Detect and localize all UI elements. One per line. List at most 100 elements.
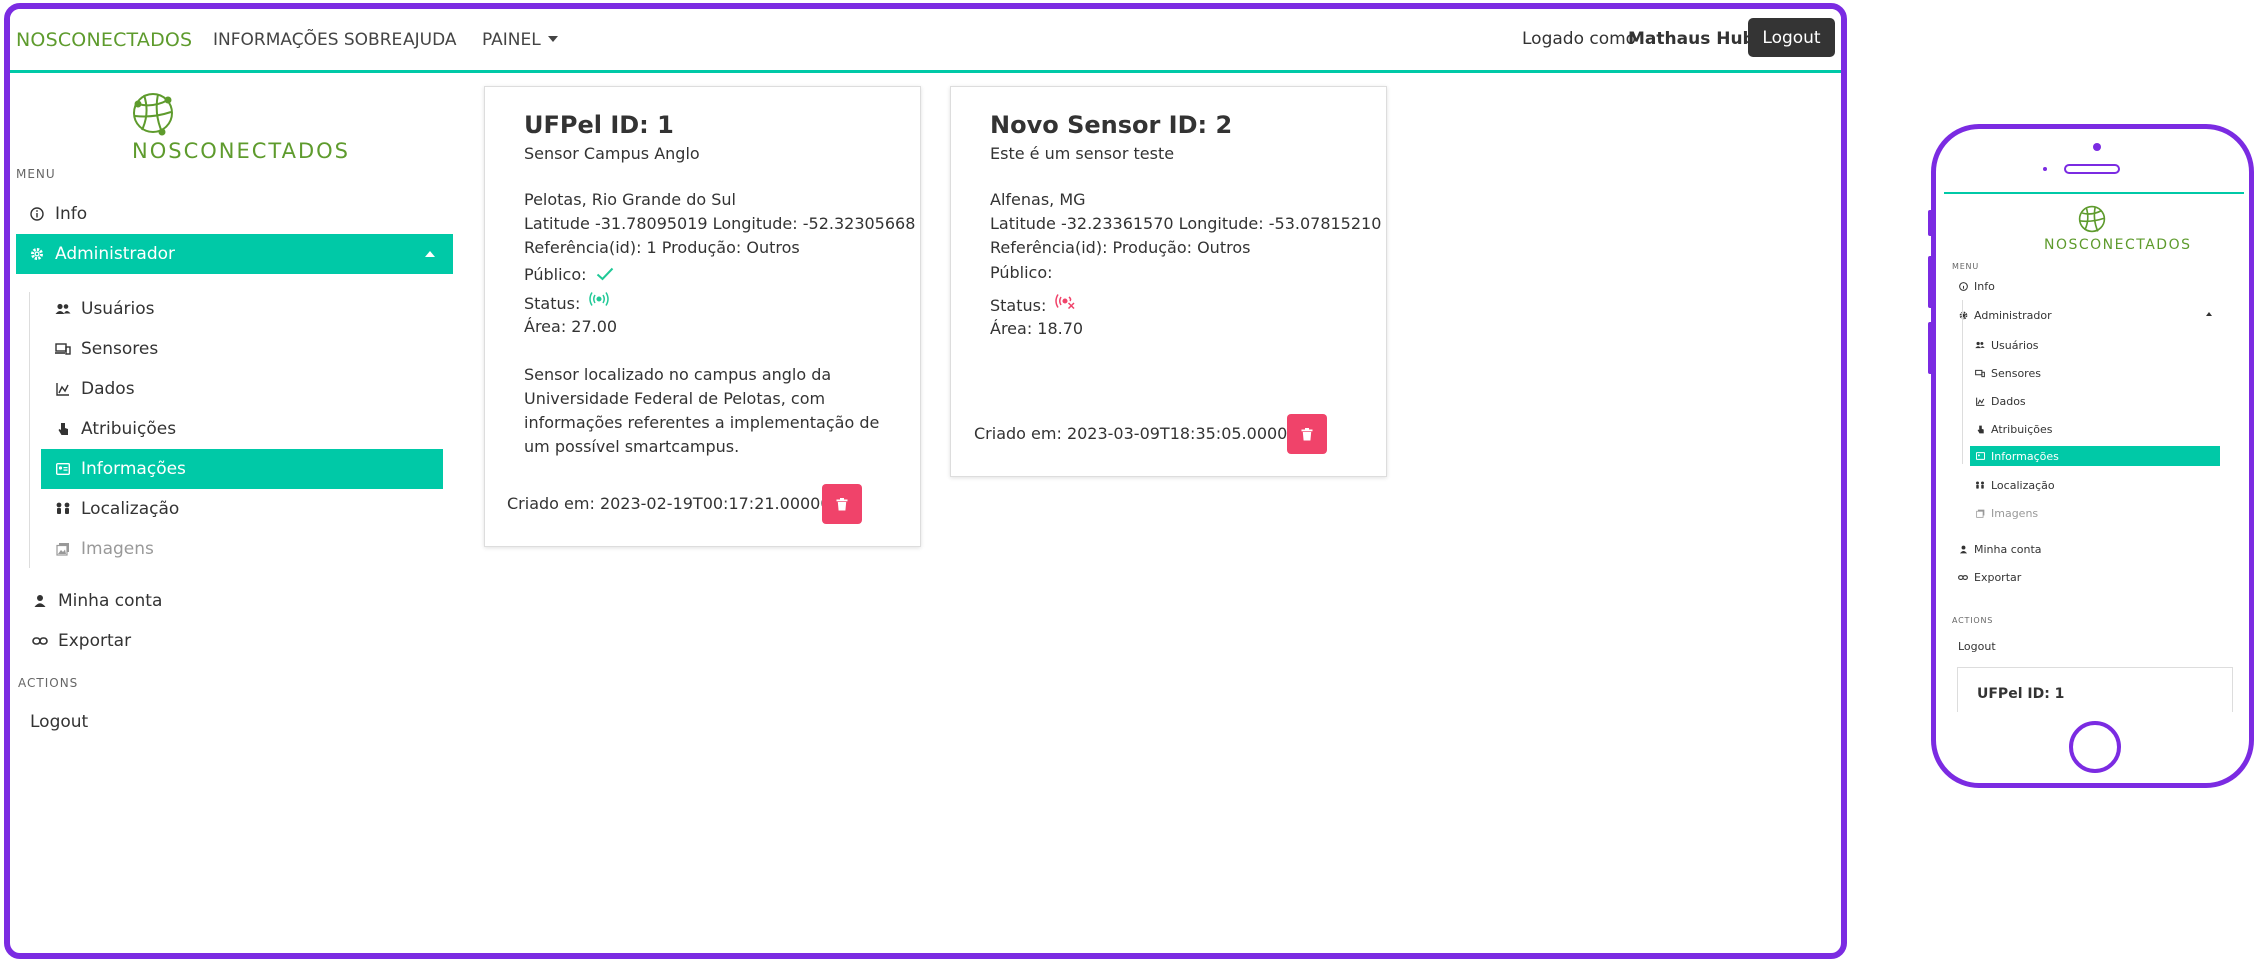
sidebar-item-label: Imagens (1991, 506, 2039, 520)
card-reference: Referência(id): 1 Produção: Outros (524, 238, 800, 257)
mobile-actions-label: ACTIONS (1952, 616, 1994, 625)
sidebar-item-label: Sensores (1991, 366, 2041, 380)
mobile-sidebar-item-info[interactable]: Info (1958, 273, 1995, 299)
broadcast-offline-icon (1054, 293, 1076, 309)
broadcast-online-icon (588, 291, 610, 307)
sidebar-item-exportar[interactable]: Exportar (32, 621, 131, 661)
card-status-row: Status: (524, 291, 610, 313)
trash-icon (836, 497, 848, 510)
sidebar-logout-link[interactable]: Logout (30, 702, 88, 742)
card-area: Área: 27.00 (524, 317, 618, 336)
link-icon (1958, 572, 1968, 582)
brand-link[interactable]: NOSCONECTADOS (16, 29, 192, 51)
sidebar-item-label: Atribuições (1991, 422, 2053, 436)
sidebar-item-label: Localização (81, 499, 180, 519)
sidebar-item-sensores[interactable]: Sensores (55, 329, 158, 369)
sidebar-item-label: Info (55, 204, 88, 224)
mobile-sidebar-item-atribuicoes[interactable]: Atribuições (1975, 416, 2053, 442)
phone-sensor (2043, 167, 2047, 171)
mobile-screen: NOSCONECTADOS MENU Info Administrador Us… (1944, 192, 2244, 712)
person-icon (1958, 544, 1968, 554)
nav-informacoes-sobre[interactable]: INFORMAÇÕES SOBRE (213, 30, 402, 50)
sidebar-item-info[interactable]: Info (29, 194, 87, 234)
phone-home-button (2069, 721, 2121, 773)
sidebar-item-administrador[interactable]: Administrador (16, 234, 453, 274)
images-icon (1975, 508, 1985, 518)
id-card-icon (1975, 451, 1985, 461)
phone-speaker (2064, 164, 2120, 174)
info-circle-icon (29, 206, 45, 222)
mobile-menu-label: MENU (1952, 262, 1979, 271)
mobile-logo-text: NOSCONECTADOS (2044, 237, 2192, 253)
hand-pointer-icon (55, 421, 71, 437)
people-location-icon (55, 501, 71, 517)
card-title: UFPel ID: 1 (524, 111, 674, 139)
gear-icon (1958, 310, 1968, 320)
globe-logo-icon (2077, 204, 2107, 234)
users-icon (1975, 340, 1985, 350)
sidebar-item-localizacao[interactable]: Localização (55, 489, 179, 529)
images-icon (55, 541, 71, 557)
mobile-sidebar-item-usuarios[interactable]: Usuários (1975, 332, 2039, 358)
logout-button[interactable]: Logout (1748, 18, 1835, 57)
sidebar-item-label: Informações (81, 459, 186, 479)
sidebar-item-label: Sensores (81, 339, 159, 359)
mobile-sidebar-item-imagens: Imagens (1975, 500, 2038, 526)
sidebar-item-dados[interactable]: Dados (55, 369, 135, 409)
users-icon (55, 301, 71, 317)
card-public-label: Público: (990, 263, 1053, 282)
mobile-sidebar-item-minha-conta[interactable]: Minha conta (1958, 536, 2042, 562)
mobile-sidebar-item-administrador[interactable]: Administrador (1958, 302, 2140, 328)
submenu-guide-line (29, 292, 30, 568)
card-title: Novo Sensor ID: 2 (990, 111, 1233, 139)
nav-painel-dropdown[interactable]: PAINEL (482, 30, 558, 50)
sidebar-item-minha-conta[interactable]: Minha conta (32, 581, 162, 621)
sidebar-item-label: Usuários (81, 299, 155, 319)
sidebar-item-label: Dados (1991, 394, 2026, 408)
gear-icon (29, 246, 45, 262)
mobile-navbar-border (1944, 192, 2244, 194)
delete-button[interactable] (1287, 414, 1327, 454)
card-location: Pelotas, Rio Grande do Sul (524, 190, 736, 209)
card-status-label: Status: (990, 296, 1047, 315)
card-public-label: Público: (524, 265, 587, 284)
sidebar-item-label: Exportar (1974, 570, 2022, 584)
card-created-at: Criado em: 2023-02-19T00:17:21.000000Z (507, 494, 852, 513)
people-location-icon (1975, 480, 1985, 490)
sidebar-item-label: Localização (1991, 478, 2055, 492)
sidebar-item-label: Administrador (55, 244, 176, 264)
sidebar-item-label: Atribuições (81, 419, 177, 439)
delete-button[interactable] (822, 484, 862, 524)
globe-logo-icon (130, 90, 176, 136)
card-location: Alfenas, MG (990, 190, 1086, 209)
mobile-sidebar-item-exportar[interactable]: Exportar (1958, 564, 2021, 590)
sidebar-item-label: Dados (81, 379, 135, 399)
sidebar-logo-text: NOSCONECTADOS (132, 139, 350, 163)
card-coordinates: Latitude -31.78095019 Longitude: -52.323… (524, 214, 916, 233)
desktop-device-frame: NOSCONECTADOS INFORMAÇÕES SOBRE AJUDA PA… (4, 3, 1847, 959)
card-created-at: Criado em: 2023-03-09T18:35:05.000000Z (974, 424, 1319, 443)
link-icon (32, 633, 48, 649)
chart-line-icon (55, 381, 71, 397)
mobile-sidebar-item-localizacao[interactable]: Localização (1975, 472, 2055, 498)
mobile-logout-link[interactable]: Logout (1958, 633, 1996, 659)
caret-down-icon (547, 36, 558, 42)
mobile-sidebar-item-dados[interactable]: Dados (1975, 388, 2026, 414)
mobile-sidebar-item-sensores[interactable]: Sensores (1975, 360, 2041, 386)
menu-section-label: MENU (16, 167, 56, 181)
mobile-sidebar-item-informacoes[interactable]: Informações (1970, 446, 2220, 466)
check-icon (596, 267, 614, 281)
sidebar-item-atribuicoes[interactable]: Atribuições (55, 409, 176, 449)
card-description: Sensor localizado no campus anglo da Uni… (524, 365, 880, 456)
sidebar-item-usuarios[interactable]: Usuários (55, 289, 154, 329)
mobile-card-title: UFPel ID: 1 (1977, 686, 2065, 702)
mobile-submenu-guide-line (1962, 300, 1963, 464)
sidebar-item-informacoes[interactable]: Informações (41, 449, 443, 489)
sidebar-item-label: Administrador (1974, 308, 2052, 322)
card-subtitle: Este é um sensor teste (990, 144, 1175, 163)
card-coordinates: Latitude -32.23361570 Longitude: -53.078… (990, 214, 1382, 233)
actions-section-label: ACTIONS (18, 676, 79, 690)
sidebar-item-label: Usuários (1991, 338, 2039, 352)
card-public-row: Público: (524, 265, 614, 284)
nav-ajuda[interactable]: AJUDA (403, 30, 457, 50)
